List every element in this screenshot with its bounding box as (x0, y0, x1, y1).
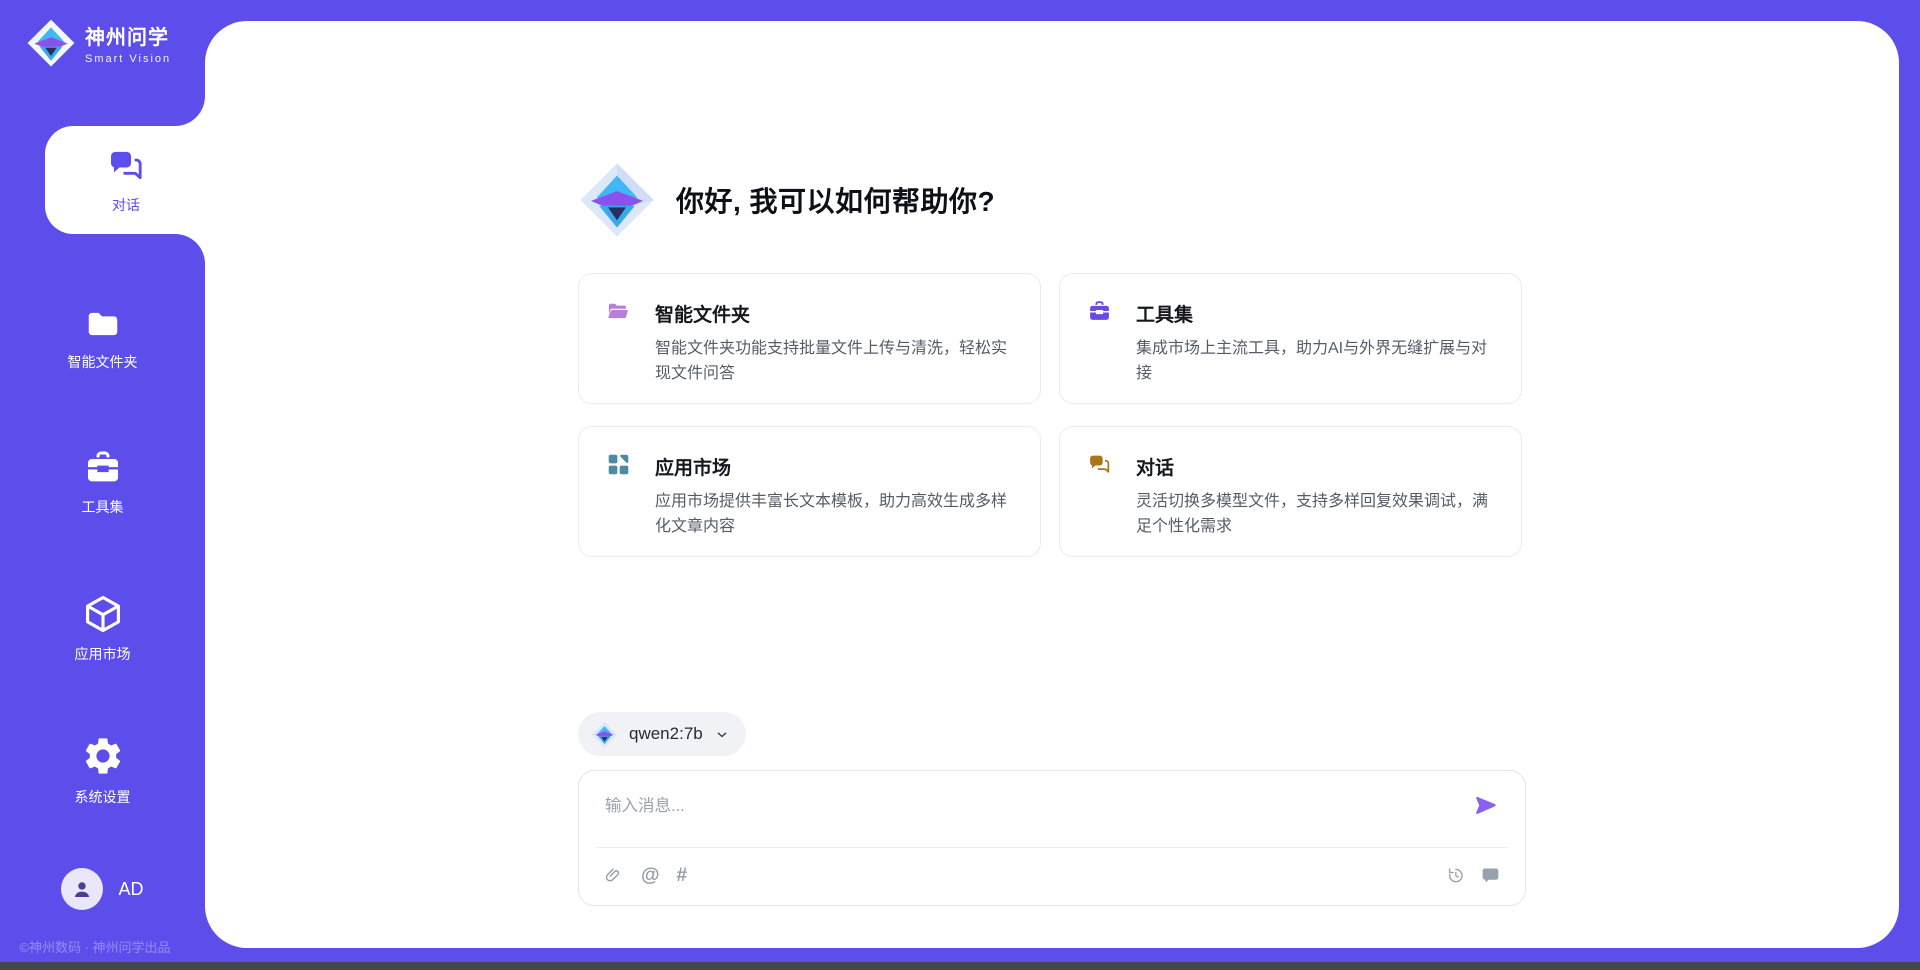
send-icon[interactable] (1472, 792, 1500, 820)
sidebar-item-toolset[interactable]: 工具集 (0, 432, 205, 532)
card-desc: 智能文件夹功能支持批量文件上传与清洗，轻松实现文件问答 (655, 336, 1016, 386)
card-desc: 集成市场上主流工具，助力AI与外界无缝扩展与对接 (1136, 336, 1497, 386)
sidebar-item-chat[interactable]: 对话 (45, 126, 207, 234)
history-icon[interactable] (1445, 865, 1466, 886)
avatar (61, 868, 103, 910)
sidebar-item-settings[interactable]: 系统设置 (0, 720, 205, 820)
gear-icon (81, 734, 125, 778)
mention-icon[interactable]: @ (641, 865, 660, 886)
card-title: 智能文件夹 (655, 300, 1016, 327)
card-title: 应用市场 (655, 453, 1016, 480)
sidebar-item-label: 应用市场 (75, 644, 131, 664)
user-icon (69, 876, 95, 902)
active-tab-corner (175, 234, 205, 264)
sidebar-item-label: 系统设置 (75, 787, 131, 807)
active-tab-corner (175, 96, 205, 126)
composer-divider (596, 847, 1508, 848)
greeting-row: 你好, 我可以如何帮助你? (578, 161, 1526, 239)
bottom-edge (0, 962, 1920, 970)
folder-open-icon (606, 299, 631, 324)
sidebar: 神州问学 Smart Vision 对话 智能文件夹 工具集 应 (0, 0, 205, 970)
cube-icon (82, 593, 124, 635)
brand-name: 神州问学 (85, 21, 171, 50)
folder-icon (84, 305, 122, 343)
grid-icon (606, 452, 631, 477)
copyright: ©神州数码 · 神州问学出品 (0, 937, 190, 956)
brand-subtitle: Smart Vision (85, 53, 171, 65)
card-desc: 应用市场提供丰富长文本模板，助力高效生成多样化文章内容 (655, 489, 1016, 539)
model-selector[interactable]: qwen2:7b (578, 712, 746, 756)
sidebar-item-label: 工具集 (82, 497, 124, 517)
user-menu[interactable]: AD (0, 868, 205, 910)
toolbox-icon (1087, 299, 1112, 324)
card-smart-folder[interactable]: 智能文件夹 智能文件夹功能支持批量文件上传与清洗，轻松实现文件问答 (578, 273, 1041, 404)
card-chat[interactable]: 对话 灵活切换多模型文件，支持多样回复效果调试，满足个性化需求 (1059, 426, 1522, 557)
message-composer: 输入消息... @ # (578, 770, 1526, 906)
sidebar-item-app-market[interactable]: 应用市场 (0, 578, 205, 678)
chat-bubbles-icon (106, 146, 146, 186)
feature-cards: 智能文件夹 智能文件夹功能支持批量文件上传与清洗，轻松实现文件问答 工具集 集成… (578, 273, 1526, 557)
toolbox-icon (83, 448, 123, 488)
sidebar-item-smart-folder[interactable]: 智能文件夹 (0, 288, 205, 388)
greeting-text: 你好, 我可以如何帮助你? (676, 180, 995, 220)
brand-diamond-icon (578, 161, 656, 239)
hashtag-icon[interactable]: # (677, 865, 688, 886)
main-panel: 你好, 我可以如何帮助你? 智能文件夹 智能文件夹功能支持批量文件上传与清洗，轻… (205, 21, 1899, 948)
card-title: 对话 (1136, 453, 1497, 480)
message-input[interactable]: 输入消息... (605, 792, 685, 816)
brand: 神州问学 Smart Vision (26, 18, 171, 68)
user-name: AD (118, 879, 143, 900)
attachment-icon[interactable] (603, 865, 624, 886)
sidebar-item-label: 对话 (112, 195, 140, 215)
card-desc: 灵活切换多模型文件，支持多样回复效果调试，满足个性化需求 (1136, 489, 1497, 539)
chevron-down-icon (714, 727, 730, 743)
card-title: 工具集 (1136, 300, 1497, 327)
model-name: qwen2:7b (629, 724, 703, 744)
sidebar-item-label: 智能文件夹 (68, 352, 138, 372)
message-icon[interactable] (1480, 865, 1501, 886)
brand-diamond-icon (26, 18, 76, 68)
card-app-market[interactable]: 应用市场 应用市场提供丰富长文本模板，助力高效生成多样化文章内容 (578, 426, 1041, 557)
chat-bubbles-icon (1087, 452, 1112, 477)
card-toolset[interactable]: 工具集 集成市场上主流工具，助力AI与外界无缝扩展与对接 (1059, 273, 1522, 404)
model-diamond-icon (591, 721, 618, 748)
